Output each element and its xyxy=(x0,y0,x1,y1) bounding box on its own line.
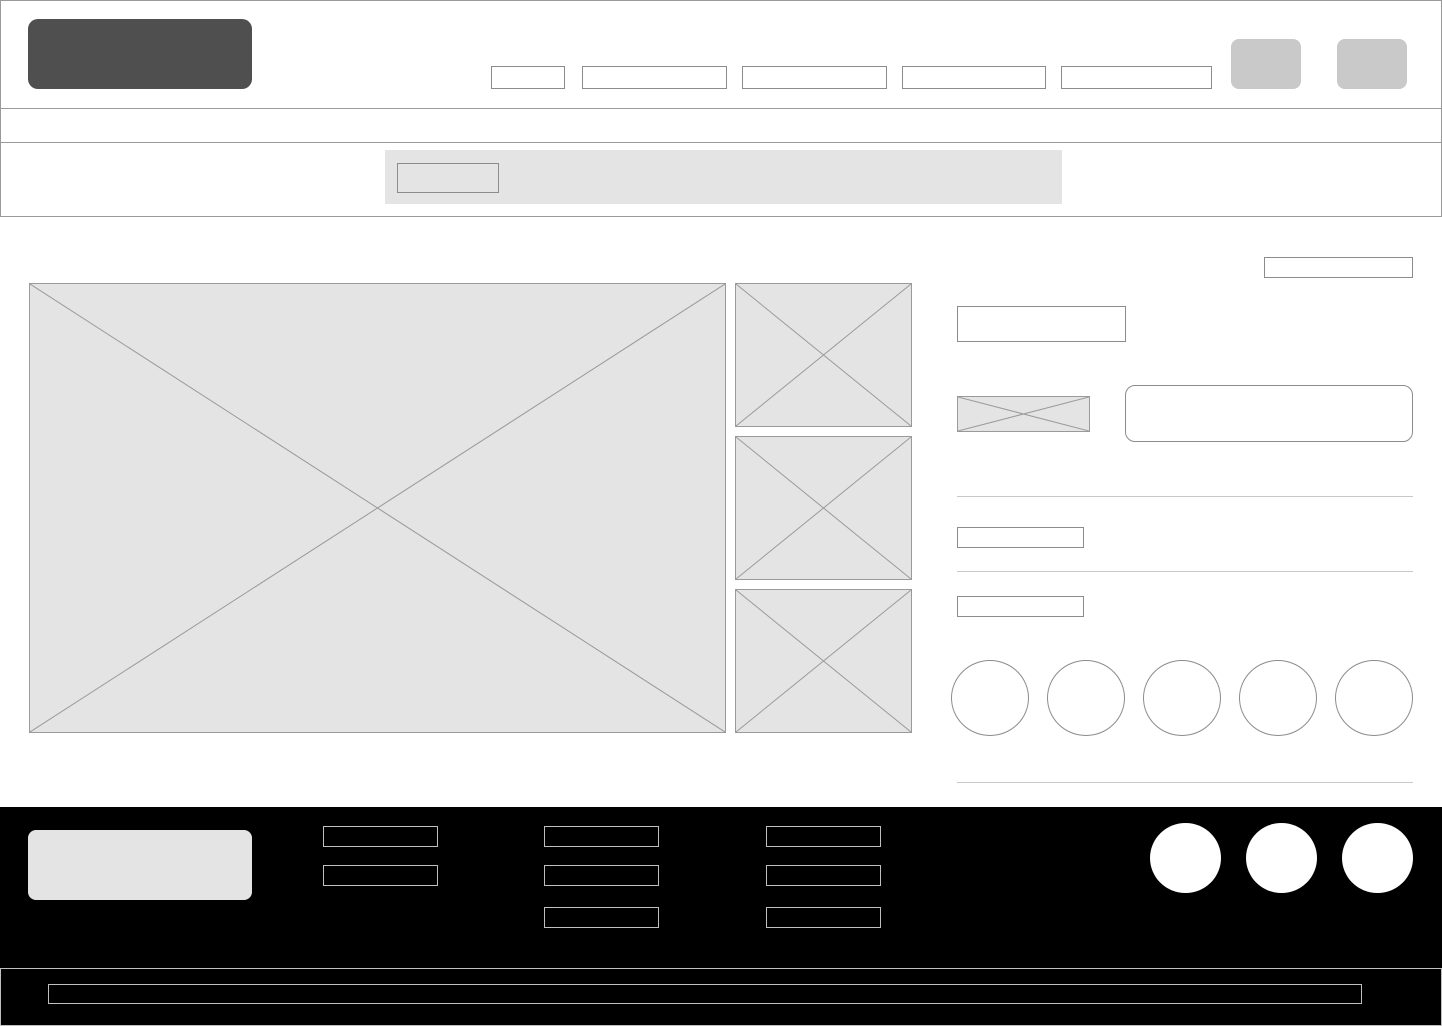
header-action-button-2[interactable] xyxy=(1337,39,1407,89)
divider-3 xyxy=(957,782,1413,783)
nav-item-4[interactable] xyxy=(902,66,1046,89)
swatch-option-4[interactable] xyxy=(1239,660,1317,736)
footer-link[interactable] xyxy=(766,865,881,886)
footer-link[interactable] xyxy=(544,826,659,847)
thumbnail-image-1[interactable] xyxy=(735,283,912,427)
thumbnail-image-3[interactable] xyxy=(735,589,912,733)
footer-link[interactable] xyxy=(766,907,881,928)
footer-link[interactable] xyxy=(766,826,881,847)
footer-link[interactable] xyxy=(544,907,659,928)
main-product-image[interactable] xyxy=(29,283,726,733)
site-logo[interactable] xyxy=(28,19,252,89)
footer-link[interactable] xyxy=(323,865,438,886)
product-small-image xyxy=(957,396,1090,432)
swatch-option-5[interactable] xyxy=(1335,660,1413,736)
nav-item-1[interactable] xyxy=(491,66,565,89)
nav-item-2[interactable] xyxy=(582,66,727,89)
add-to-cart-button[interactable] xyxy=(1125,385,1413,442)
divider-2 xyxy=(957,571,1413,572)
search-button[interactable] xyxy=(397,163,499,193)
social-icon[interactable] xyxy=(1246,823,1317,893)
product-title xyxy=(957,306,1126,342)
footer-link[interactable] xyxy=(323,826,438,847)
footer-link[interactable] xyxy=(544,865,659,886)
nav-item-3[interactable] xyxy=(742,66,887,89)
divider-1 xyxy=(957,496,1413,497)
thumbnail-image-2[interactable] xyxy=(735,436,912,580)
subnav-bar xyxy=(0,108,1442,143)
nav-item-5[interactable] xyxy=(1061,66,1212,89)
option-label-1 xyxy=(957,527,1084,548)
swatch-option-3[interactable] xyxy=(1143,660,1221,736)
footer-logo[interactable] xyxy=(28,830,252,900)
swatch-option-1[interactable] xyxy=(951,660,1029,736)
social-icon[interactable] xyxy=(1342,823,1413,893)
product-top-link[interactable] xyxy=(1264,257,1413,278)
footer-copyright xyxy=(48,984,1362,1004)
header-action-button-1[interactable] xyxy=(1231,39,1301,89)
swatch-option-2[interactable] xyxy=(1047,660,1125,736)
option-label-2 xyxy=(957,596,1084,617)
social-icon[interactable] xyxy=(1150,823,1221,893)
